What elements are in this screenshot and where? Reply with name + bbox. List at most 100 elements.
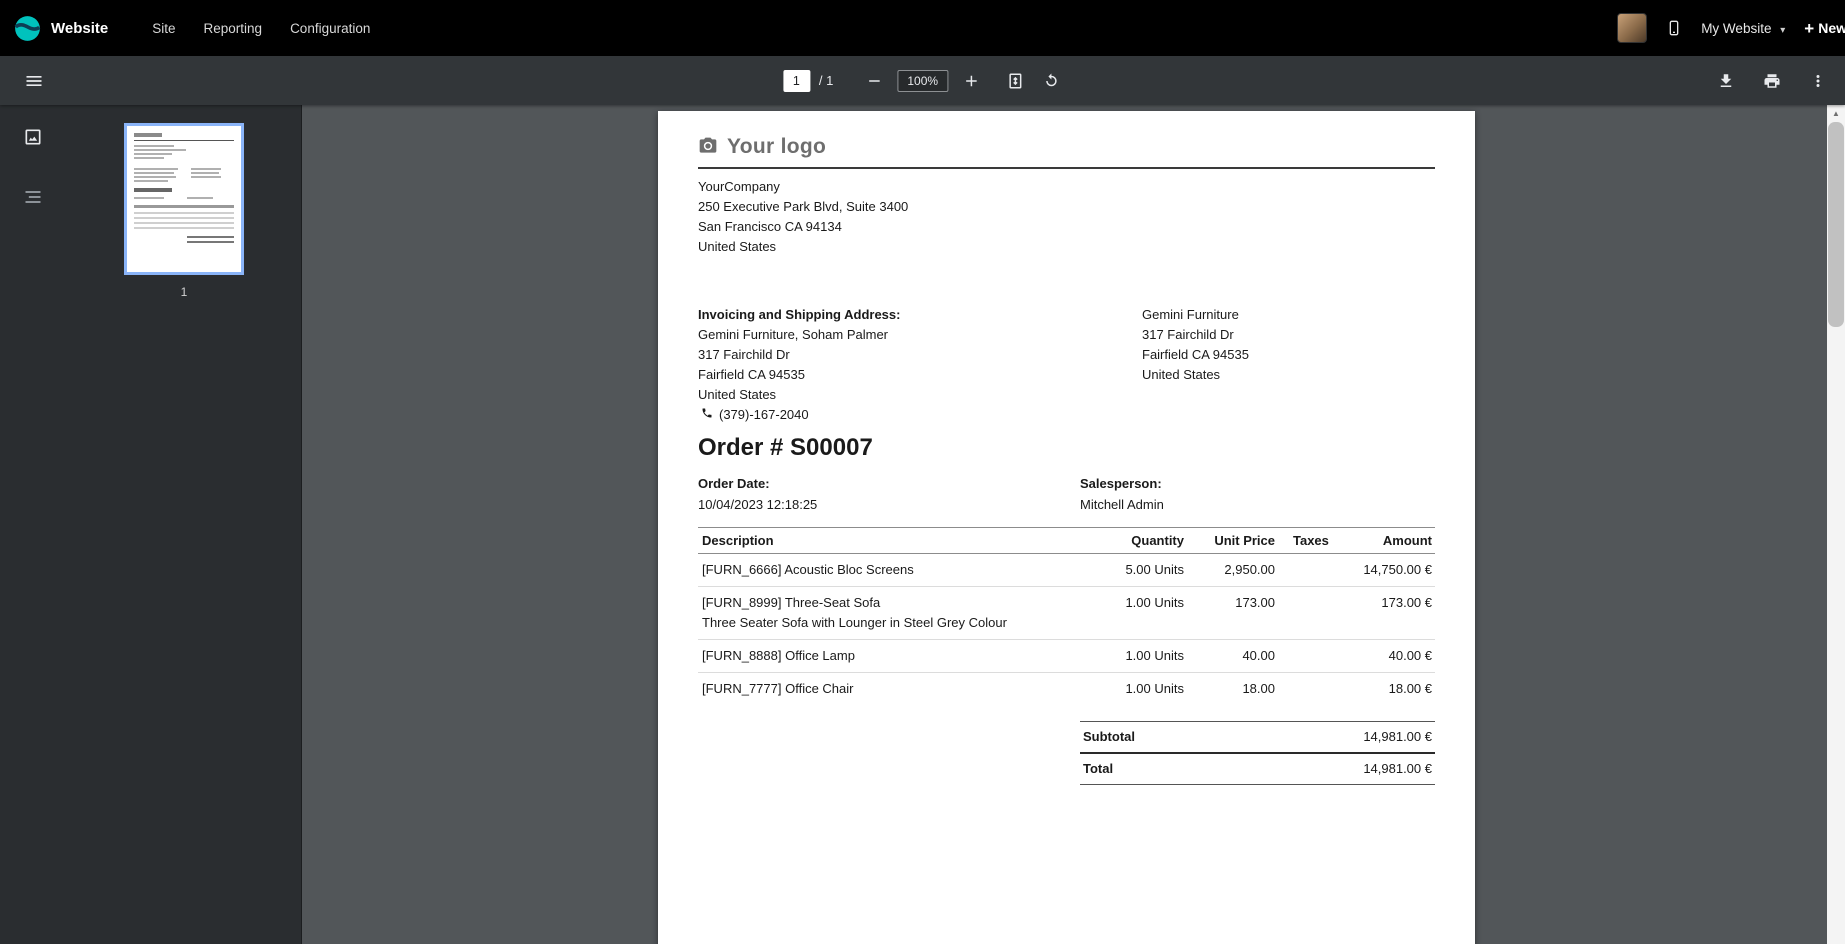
sidebar-toggle-icon[interactable]: [22, 69, 46, 93]
shipping-address-line: 317 Fairchild Dr: [1142, 325, 1249, 345]
line-unit-price: 40.00: [1184, 646, 1275, 666]
order-title: Order # S00007: [698, 433, 1435, 463]
addresses-section: Invoicing and Shipping Address: Gemini F…: [698, 305, 1435, 425]
line-amount: 173.00 €: [1347, 593, 1435, 613]
table-row: [FURN_8888] Office Lamp 1.00 Units 40.00…: [698, 640, 1435, 673]
company-address-line: 250 Executive Park Blvd, Suite 3400: [698, 197, 1435, 217]
salesperson-label: Salesperson:: [1080, 473, 1164, 494]
download-icon[interactable]: [1715, 70, 1737, 92]
top-navbar: Website Site Reporting Configuration My …: [0, 0, 1845, 56]
camera-icon: [698, 136, 718, 159]
table-row: [FURN_8999] Three-Seat Sofa Three Seater…: [698, 587, 1435, 640]
website-switcher-label: My Website: [1701, 21, 1771, 36]
order-info-row: Order Date: 10/04/2023 12:18:25 Salesper…: [698, 473, 1435, 515]
invoicing-address-line: Gemini Furniture, Soham Palmer: [698, 325, 1142, 345]
order-date-value: 10/04/2023 12:18:25: [698, 494, 1080, 515]
line-quantity: 1.00 Units: [1094, 679, 1184, 699]
col-header-description: Description: [698, 533, 1094, 548]
more-options-icon[interactable]: [1807, 70, 1829, 92]
print-icon[interactable]: [1761, 70, 1783, 92]
table-row: [FURN_6666] Acoustic Bloc Screens 5.00 U…: [698, 554, 1435, 587]
app-title[interactable]: Website: [51, 20, 108, 37]
line-unit-price: 18.00: [1184, 679, 1275, 699]
new-button-label: New: [1818, 20, 1845, 36]
phone-row: (379)-167-2040: [698, 405, 1142, 425]
order-date-block: Order Date: 10/04/2023 12:18:25: [698, 473, 1080, 515]
total-label: Total: [1083, 760, 1113, 778]
line-quantity: 5.00 Units: [1094, 560, 1184, 580]
col-header-amount: Amount: [1347, 533, 1435, 548]
total-row: Total 14,981.00 €: [1080, 754, 1435, 785]
pdf-toolbar: / 1 100%: [0, 56, 1845, 105]
line-amount: 40.00 €: [1347, 646, 1435, 666]
sidebar-icon-strip: [0, 105, 66, 944]
col-header-quantity: Quantity: [1094, 533, 1184, 548]
table-row: [FURN_7777] Office Chair 1.00 Units 18.0…: [698, 673, 1435, 705]
subtotal-label: Subtotal: [1083, 728, 1135, 746]
menu-item-configuration[interactable]: Configuration: [276, 13, 384, 44]
salesperson-block: Salesperson: Mitchell Admin: [1080, 473, 1164, 515]
website-app-logo-icon[interactable]: [14, 15, 41, 42]
avatar[interactable]: [1617, 13, 1647, 43]
shipping-address-line: Fairfield CA 94535: [1142, 345, 1249, 365]
subtotal-row: Subtotal 14,981.00 €: [1080, 722, 1435, 754]
order-lines-table: Description Quantity Unit Price Taxes Am…: [698, 527, 1435, 705]
vertical-scrollbar[interactable]: ▲: [1827, 105, 1845, 944]
salesperson-value: Mitchell Admin: [1080, 494, 1164, 515]
invoicing-address-heading: Invoicing and Shipping Address:: [698, 305, 1142, 325]
invoicing-address-line: Fairfield CA 94535: [698, 365, 1142, 385]
plus-icon: +: [1804, 20, 1814, 37]
zoom-in-icon[interactable]: [960, 70, 982, 92]
col-header-unit-price: Unit Price: [1184, 533, 1275, 548]
company-address-line: United States: [698, 237, 1435, 257]
line-description-sub: Three Seater Sofa with Lounger in Steel …: [702, 613, 1094, 633]
scrollbar-thumb[interactable]: [1828, 122, 1844, 327]
header-divider: [698, 167, 1435, 169]
page-number-input[interactable]: [783, 70, 810, 92]
pdf-sidebar: 1: [0, 105, 302, 944]
pdf-canvas: Your logo YourCompany 250 Executive Park…: [302, 105, 1827, 944]
new-button[interactable]: + New: [1804, 20, 1845, 37]
table-header-row: Description Quantity Unit Price Taxes Am…: [698, 527, 1435, 554]
line-description: [FURN_8888] Office Lamp: [698, 646, 1094, 666]
company-address-block: YourCompany 250 Executive Park Blvd, Sui…: [698, 177, 1435, 257]
line-quantity: 1.00 Units: [1094, 646, 1184, 666]
document-outline-icon[interactable]: [23, 187, 43, 212]
line-description-main: [FURN_8999] Three-Seat Sofa: [702, 593, 1094, 613]
thumbnail-page-number: 1: [124, 285, 244, 299]
mobile-preview-icon[interactable]: [1666, 19, 1682, 37]
shipping-address-block: Gemini Furniture 317 Fairchild Dr Fairfi…: [1142, 305, 1249, 425]
col-header-taxes: Taxes: [1275, 533, 1347, 548]
invoicing-address-line: United States: [698, 385, 1142, 405]
line-description: [FURN_6666] Acoustic Bloc Screens: [698, 560, 1094, 580]
line-unit-price: 2,950.00: [1184, 560, 1275, 580]
line-quantity: 1.00 Units: [1094, 593, 1184, 613]
phone-icon: [701, 405, 713, 425]
totals-block: Subtotal 14,981.00 € Total 14,981.00 €: [1080, 721, 1435, 785]
menu-item-site[interactable]: Site: [138, 13, 189, 44]
line-description: [FURN_8999] Three-Seat Sofa Three Seater…: [698, 593, 1094, 633]
rotate-icon[interactable]: [1040, 70, 1062, 92]
pdf-toolbar-center: / 1 100%: [783, 70, 1062, 92]
logo-placeholder-text: Your logo: [727, 135, 826, 159]
document-logo-row: Your logo: [698, 133, 1435, 161]
subtotal-value: 14,981.00 €: [1363, 728, 1432, 746]
scrollbar-up-arrow[interactable]: ▲: [1827, 105, 1845, 122]
chevron-down-icon: ▾: [1780, 25, 1785, 36]
menu-item-reporting[interactable]: Reporting: [190, 13, 277, 44]
phone-number: (379)-167-2040: [719, 405, 809, 425]
line-description: [FURN_7777] Office Chair: [698, 679, 1094, 699]
thumbnails-panel-icon[interactable]: [23, 127, 43, 152]
shipping-address-line: Gemini Furniture: [1142, 305, 1249, 325]
pdf-toolbar-right: [1715, 70, 1829, 92]
line-amount: 14,750.00 €: [1347, 560, 1435, 580]
total-value: 14,981.00 €: [1363, 760, 1432, 778]
navbar-right: My Website ▾ + New: [1617, 13, 1845, 43]
zoom-out-icon[interactable]: [863, 70, 885, 92]
zoom-level[interactable]: 100%: [897, 70, 948, 92]
page-thumbnail[interactable]: [124, 123, 244, 275]
line-unit-price: 173.00: [1184, 593, 1275, 613]
website-switcher[interactable]: My Website ▾: [1701, 21, 1785, 36]
fit-to-page-icon[interactable]: [1004, 70, 1026, 92]
document-page: Your logo YourCompany 250 Executive Park…: [658, 111, 1475, 944]
